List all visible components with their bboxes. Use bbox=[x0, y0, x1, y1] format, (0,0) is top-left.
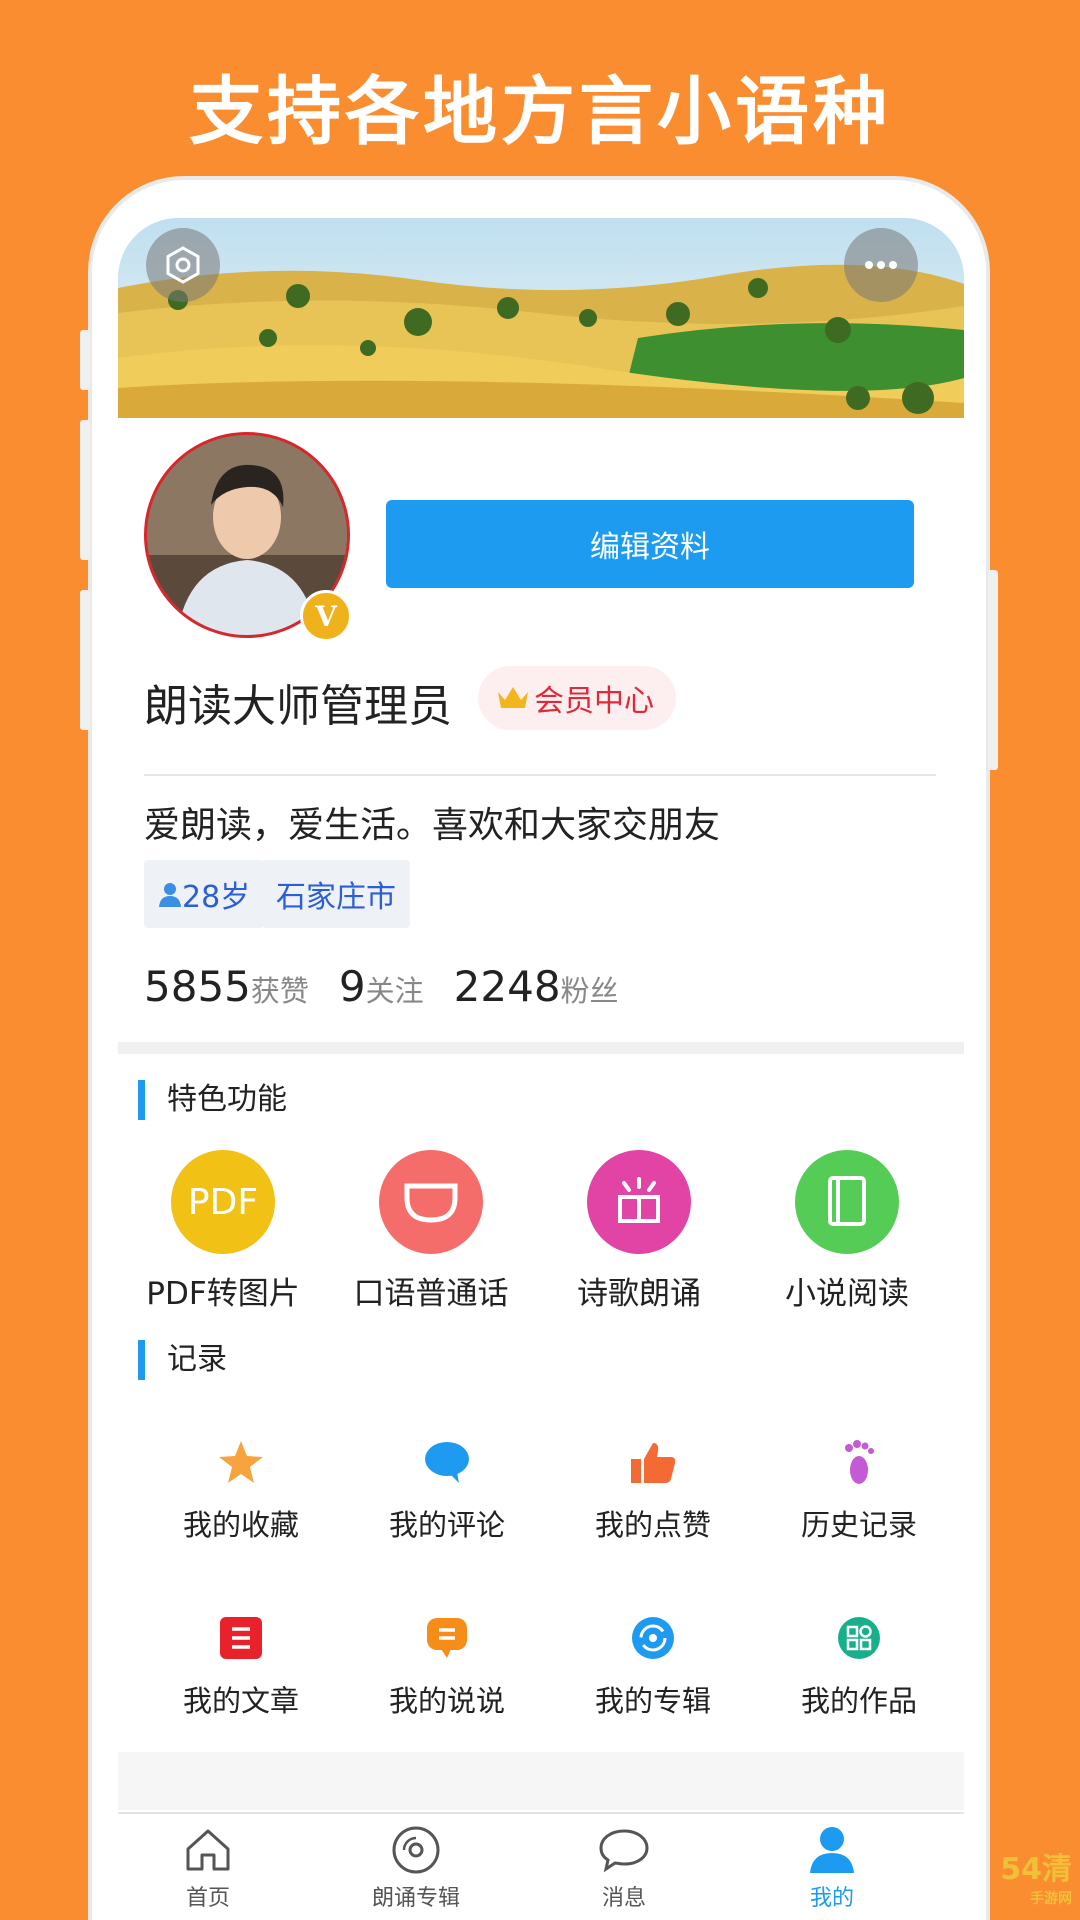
record-comments[interactable]: 我的评论 bbox=[342, 1434, 552, 1544]
record-works[interactable]: 我的作品 bbox=[754, 1610, 964, 1720]
profile-banner bbox=[118, 218, 964, 418]
message-icon bbox=[342, 1610, 552, 1666]
divider bbox=[144, 774, 936, 776]
feature-label: 口语普通话 bbox=[353, 1276, 509, 1312]
tab-label: 朗诵专辑 bbox=[371, 1886, 460, 1911]
record-articles[interactable]: 我的文章 bbox=[136, 1610, 346, 1720]
age-tag: 28岁 bbox=[144, 860, 265, 928]
site-watermark: 54清 手游网 bbox=[1000, 1844, 1072, 1908]
fans-label[interactable]: 粉丝 bbox=[561, 968, 619, 1010]
bio-text: 爱朗读，爱生活。喜欢和大家交朋友 bbox=[144, 805, 721, 846]
footprint-icon bbox=[754, 1434, 964, 1490]
record-label: 我的评论 bbox=[388, 1508, 505, 1542]
vip-center-label: 会员中心 bbox=[534, 684, 654, 719]
tab-label: 首页 bbox=[185, 1886, 230, 1911]
settings-hexagon-icon bbox=[166, 246, 200, 284]
record-label: 我的文章 bbox=[182, 1684, 299, 1718]
feature-mandarin[interactable]: 口语普通话 bbox=[326, 1150, 536, 1313]
feature-poetry[interactable]: 诗歌朗诵 bbox=[534, 1150, 744, 1313]
phone-side-button bbox=[988, 570, 998, 770]
feature-label: 小说阅读 bbox=[785, 1276, 909, 1312]
watermark-sub: 手游网 bbox=[1030, 1891, 1072, 1907]
user-icon bbox=[159, 883, 181, 907]
city-tag: 石家庄市 bbox=[262, 860, 410, 928]
tab-home[interactable]: 首页 bbox=[138, 1822, 278, 1912]
feature-pdf-to-image[interactable]: PDF PDF转图片 bbox=[118, 1150, 328, 1313]
section-separator bbox=[118, 1042, 964, 1054]
bottom-tab-bar: 首页 朗诵专辑 消息 我的 bbox=[118, 1812, 964, 1920]
book-icon bbox=[795, 1150, 899, 1254]
record-label: 我的点赞 bbox=[594, 1508, 711, 1542]
record-label: 我的收藏 bbox=[182, 1508, 299, 1542]
record-likes[interactable]: 我的点赞 bbox=[548, 1434, 758, 1544]
crown-icon bbox=[498, 687, 528, 708]
record-posts[interactable]: 我的说说 bbox=[342, 1610, 552, 1720]
comment-icon bbox=[342, 1434, 552, 1490]
star-icon bbox=[136, 1434, 346, 1490]
mouth-icon bbox=[379, 1150, 483, 1254]
vip-center-button[interactable]: 会员中心 bbox=[478, 666, 676, 730]
feature-label: PDF转图片 bbox=[146, 1276, 300, 1312]
record-label: 我的作品 bbox=[800, 1684, 917, 1718]
feature-novel[interactable]: 小说阅读 bbox=[742, 1150, 952, 1313]
record-favorites[interactable]: 我的收藏 bbox=[136, 1434, 346, 1544]
username: 朗读大师管理员 bbox=[144, 681, 452, 732]
album-icon bbox=[548, 1610, 758, 1666]
likes-count: 5855 bbox=[144, 962, 251, 1011]
feature-label: 诗歌朗诵 bbox=[577, 1276, 701, 1312]
works-icon bbox=[754, 1610, 964, 1666]
content-bottom-padding bbox=[118, 1752, 964, 1810]
more-options-button[interactable] bbox=[844, 228, 918, 302]
record-history[interactable]: 历史记录 bbox=[754, 1434, 964, 1544]
more-dots-icon bbox=[865, 261, 897, 269]
following-label[interactable]: 关注 bbox=[366, 968, 424, 1010]
features-section-title: 特色功能 bbox=[138, 1080, 287, 1120]
pdf-icon: PDF bbox=[171, 1150, 275, 1254]
stats-row: 5855 获赞 9 关注 2248 粉丝 bbox=[144, 962, 649, 1011]
app-screen: V 编辑资料 朗读大师管理员 会员中心 爱朗读，爱生活。喜欢和大家交朋友 28岁… bbox=[118, 218, 964, 1920]
record-label: 我的说说 bbox=[388, 1684, 505, 1718]
verified-badge: V bbox=[300, 590, 352, 642]
likes-label[interactable]: 获赞 bbox=[251, 968, 309, 1010]
phone-side-button bbox=[80, 420, 90, 560]
fans-count: 2248 bbox=[453, 962, 561, 1011]
age-value: 28岁 bbox=[182, 880, 251, 915]
pdf-icon-text: PDF bbox=[187, 1181, 259, 1223]
watermark-logo: 54清 bbox=[1000, 1852, 1072, 1887]
home-icon bbox=[138, 1822, 278, 1878]
settings-button[interactable] bbox=[146, 228, 220, 302]
thumbs-up-icon bbox=[548, 1434, 758, 1490]
tab-label-active: 我的 bbox=[809, 1886, 854, 1911]
chat-icon bbox=[554, 1822, 694, 1878]
tab-albums[interactable]: 朗诵专辑 bbox=[346, 1822, 486, 1912]
record-label: 历史记录 bbox=[800, 1508, 917, 1542]
tab-mine[interactable]: 我的 bbox=[762, 1822, 902, 1912]
phone-side-button bbox=[80, 590, 90, 730]
article-icon bbox=[136, 1610, 346, 1666]
following-count: 9 bbox=[338, 962, 366, 1011]
tab-label: 消息 bbox=[601, 1886, 646, 1911]
reading-book-icon bbox=[587, 1150, 691, 1254]
records-section-title: 记录 bbox=[138, 1340, 227, 1380]
landscape-image bbox=[118, 218, 964, 418]
phone-side-button bbox=[80, 330, 90, 390]
edit-profile-button[interactable]: 编辑资料 bbox=[386, 500, 914, 588]
person-icon bbox=[762, 1822, 902, 1878]
tab-messages[interactable]: 消息 bbox=[554, 1822, 694, 1912]
disc-icon bbox=[346, 1822, 486, 1878]
record-label: 我的专辑 bbox=[594, 1684, 711, 1718]
record-albums[interactable]: 我的专辑 bbox=[548, 1610, 758, 1720]
promo-headline: 支持各地方言小语种 bbox=[189, 69, 891, 155]
